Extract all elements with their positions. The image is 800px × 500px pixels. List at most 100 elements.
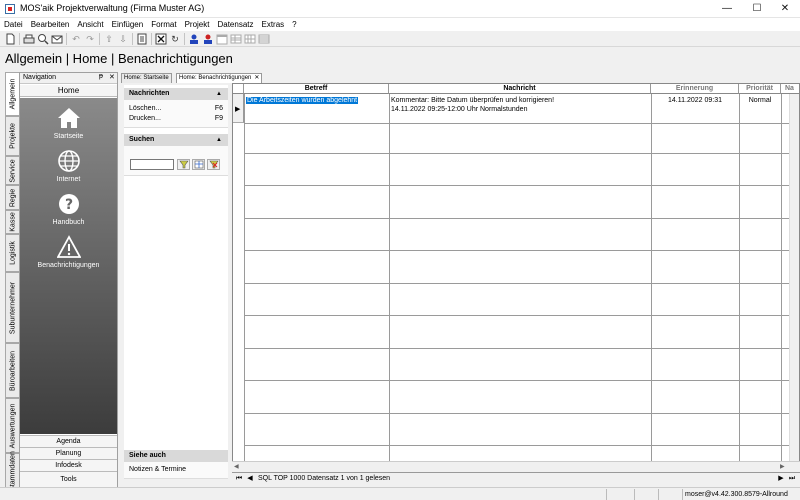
nav-item-benachrichtigungen[interactable]: Benachrichtigungen bbox=[20, 235, 117, 269]
warning-icon bbox=[56, 235, 81, 258]
side-tab-logistik[interactable]: Logistik bbox=[5, 234, 19, 272]
user-red-icon[interactable] bbox=[202, 33, 214, 45]
nav-section-planung[interactable]: Planung bbox=[20, 447, 117, 459]
nav-item-internet[interactable]: Internet bbox=[20, 149, 117, 183]
tab-home-benachrichtigungen[interactable]: Home: Benachrichtigungen ✕ bbox=[176, 73, 263, 83]
maximize-button[interactable]: ☐ bbox=[742, 0, 772, 18]
status-cell bbox=[658, 489, 682, 500]
side-tab-stammdaten[interactable]: Stammdaten bbox=[5, 451, 19, 490]
link-notizen-termine[interactable]: Notizen & Termine bbox=[129, 466, 223, 473]
menu-help[interactable]: ? bbox=[288, 18, 300, 31]
nav-item-startseite[interactable]: Startseite bbox=[20, 106, 117, 140]
grid-icon[interactable] bbox=[258, 33, 270, 45]
menu-bearbeiten[interactable]: Bearbeiten bbox=[27, 18, 74, 31]
menu-projekt[interactable]: Projekt bbox=[181, 18, 214, 31]
tab-close-icon[interactable]: ✕ bbox=[254, 74, 259, 83]
redo-icon[interactable]: ↷ bbox=[84, 33, 96, 45]
page-title: Allgemein | Home | Benachrichtigungen bbox=[5, 51, 233, 66]
side-tab-service[interactable]: Service bbox=[5, 156, 19, 185]
email-icon[interactable] bbox=[51, 33, 63, 45]
section-siehe-auch[interactable]: Siehe auch bbox=[124, 450, 228, 462]
nav-item-handbuch[interactable]: ? Handbuch bbox=[20, 192, 117, 226]
menu-datei[interactable]: Datei bbox=[0, 18, 27, 31]
cell-prioritaet[interactable]: Normal bbox=[739, 96, 781, 105]
first-record-icon[interactable]: ⏮ bbox=[234, 474, 244, 484]
window-title: MOS'aik Projektverwaltung (Firma Muster … bbox=[20, 3, 205, 13]
calendar-icon[interactable] bbox=[216, 33, 228, 45]
close-icon[interactable]: ✕ bbox=[109, 73, 115, 81]
section-suchen[interactable]: Suchen ▲ bbox=[124, 134, 228, 146]
menu-format[interactable]: Format bbox=[147, 18, 180, 31]
tab-home-startseite[interactable]: Home: Startseite bbox=[121, 73, 172, 83]
side-tab-kasse[interactable]: Kasse bbox=[5, 210, 19, 234]
user-blue-icon[interactable] bbox=[188, 33, 200, 45]
refresh-icon[interactable]: ↻ bbox=[169, 33, 181, 45]
scroll-left-icon[interactable]: ◀ bbox=[234, 463, 239, 470]
search-clear-icon[interactable] bbox=[207, 159, 220, 170]
column-header-erinnerung[interactable]: Erinnerung bbox=[651, 84, 739, 94]
next-record-icon[interactable]: ▶ bbox=[776, 474, 786, 484]
column-header-prioritaet[interactable]: Priorität bbox=[739, 84, 781, 94]
nav-section-tools[interactable]: Tools bbox=[20, 471, 117, 487]
table-icon[interactable] bbox=[230, 33, 242, 45]
delete-icon[interactable] bbox=[155, 33, 167, 45]
print-icon[interactable] bbox=[23, 33, 35, 45]
row-indicator[interactable]: ▶ bbox=[233, 94, 244, 123]
minimize-button[interactable]: — bbox=[712, 0, 742, 18]
arrow-up-icon[interactable]: ⇧ bbox=[103, 33, 115, 45]
cell-nachricht[interactable]: Kommentar: Bitte Datum überprüfen und ko… bbox=[391, 96, 649, 114]
status-cell bbox=[606, 489, 634, 500]
column-header-na[interactable]: Na bbox=[781, 84, 799, 94]
record-navigation-bar: ⏮ ◀ SQL TOP 1000 Datensatz 1 von 1 geles… bbox=[232, 472, 800, 485]
side-tab-subunternehmer[interactable]: Subunternehmer bbox=[5, 272, 19, 343]
close-button[interactable]: ✕ bbox=[770, 0, 800, 18]
status-bar: moser@v4.42.300.8579-Allround bbox=[0, 487, 800, 500]
menu-einfuegen[interactable]: Einfügen bbox=[108, 18, 148, 31]
section-nachrichten[interactable]: Nachrichten ▲ bbox=[124, 88, 228, 100]
task-drucken[interactable]: Drucken... F9 bbox=[129, 115, 223, 122]
column-header-nachricht[interactable]: Nachricht bbox=[389, 84, 651, 94]
print-preview-icon[interactable] bbox=[37, 33, 49, 45]
vertical-scrollbar[interactable] bbox=[789, 94, 799, 461]
navigation-panel: Navigation ᵽ ✕ Home Startseite Internet … bbox=[19, 72, 118, 488]
side-tab-projekte[interactable]: Projekte bbox=[5, 116, 19, 156]
menu-extras[interactable]: Extras bbox=[258, 18, 289, 31]
status-cell bbox=[634, 489, 658, 500]
task-loeschen[interactable]: Löschen... F6 bbox=[129, 105, 223, 112]
scroll-right-icon[interactable]: ▶ bbox=[780, 463, 785, 470]
search-table-icon[interactable] bbox=[192, 159, 205, 170]
cell-erinnerung[interactable]: 14.11.2022 09:31 bbox=[651, 96, 739, 105]
menu-ansicht[interactable]: Ansicht bbox=[73, 18, 107, 31]
menu-datensatz[interactable]: Datensatz bbox=[213, 18, 257, 31]
nav-section-infodesk[interactable]: Infodesk bbox=[20, 459, 117, 471]
side-tab-auswertungen[interactable]: Auswertungen bbox=[5, 398, 19, 453]
nav-section-agenda[interactable]: Agenda bbox=[20, 435, 117, 447]
search-filter-icon[interactable] bbox=[177, 159, 190, 170]
horizontal-scrollbar[interactable]: ◀ ▶ bbox=[232, 461, 800, 472]
grid-icon[interactable] bbox=[244, 33, 256, 45]
side-tab-regie[interactable]: Regie bbox=[5, 185, 19, 210]
collapse-icon[interactable]: ▲ bbox=[216, 88, 222, 100]
side-tab-bueroarbeiten[interactable]: Büroarbeiten bbox=[5, 343, 19, 398]
arrow-down-icon[interactable]: ⇩ bbox=[117, 33, 129, 45]
pin-icon[interactable]: ᵽ bbox=[99, 73, 103, 80]
nav-section-home[interactable]: Home bbox=[20, 85, 117, 97]
nav-icon-area: Startseite Internet ? Handbuch Benachric… bbox=[20, 98, 117, 434]
search-input[interactable] bbox=[130, 159, 174, 170]
side-tab-allgemein[interactable]: Allgemein bbox=[5, 72, 19, 116]
suchen-body bbox=[124, 146, 228, 176]
cell-betreff[interactable]: Die Arbeitszeiten wurden abgelehnt bbox=[246, 96, 388, 105]
column-header-betreff[interactable]: Betreff bbox=[244, 84, 389, 94]
title-bar: MOS'aik Projektverwaltung (Firma Muster … bbox=[0, 0, 800, 18]
svg-text:?: ? bbox=[64, 197, 72, 213]
new-document-icon[interactable] bbox=[4, 33, 16, 45]
page-icon[interactable] bbox=[136, 33, 148, 45]
status-user-version: moser@v4.42.300.8579-Allround bbox=[682, 489, 800, 500]
globe-icon bbox=[57, 150, 80, 172]
home-icon bbox=[57, 108, 80, 128]
undo-icon[interactable]: ↶ bbox=[70, 33, 82, 45]
last-record-icon[interactable]: ⏭ bbox=[787, 474, 797, 484]
navigation-title: Navigation bbox=[23, 74, 57, 81]
previous-record-icon[interactable]: ◀ bbox=[245, 474, 255, 484]
collapse-icon[interactable]: ▲ bbox=[216, 134, 222, 146]
